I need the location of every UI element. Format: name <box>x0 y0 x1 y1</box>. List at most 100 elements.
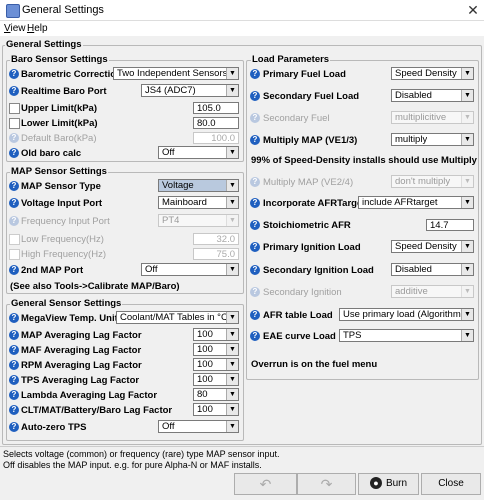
chevron-down-icon: ▼ <box>226 374 238 385</box>
maf-averaging-lag-select[interactable]: 100 ▼ <box>193 343 239 356</box>
menu-help[interactable]: Help <box>27 23 48 34</box>
secondary-fuel-load-select[interactable]: Disabled ▼ <box>391 89 474 102</box>
secondary-ignition-select: additive ▼ <box>391 285 474 298</box>
help-icon[interactable]: ? <box>9 375 19 385</box>
secondary-fuel-load-value: Disabled <box>395 90 432 101</box>
chevron-down-icon: ▼ <box>226 197 238 208</box>
help-icon[interactable]: ? <box>9 330 19 340</box>
barometric-correction-select[interactable]: Two Independent Sensors ▼ <box>113 67 239 80</box>
label-maf-averaging-lag: MAF Averaging Lag Factor <box>21 345 142 356</box>
close-window-button[interactable]: ✕ <box>464 1 482 19</box>
group-title-general-settings: General Settings <box>5 39 83 50</box>
chevron-down-icon: ▼ <box>226 312 238 323</box>
chevron-down-icon: ▼ <box>461 176 473 187</box>
label-secondary-ignition-load: Secondary Ignition Load <box>263 265 374 276</box>
voltage-input-port-select[interactable]: Mainboard ▼ <box>158 196 239 209</box>
chevron-down-icon: ▼ <box>226 215 238 226</box>
map-averaging-lag-select[interactable]: 100 ▼ <box>193 328 239 341</box>
label-realtime-baro-port: Realtime Baro Port <box>21 86 107 97</box>
label-lambda-averaging-lag: Lambda Averaging Lag Factor <box>21 390 158 401</box>
help-icon[interactable]: ? <box>9 345 19 355</box>
megaview-temp-units-value: Coolant/MAT Tables in °C <box>120 312 228 323</box>
help-icon[interactable]: ? <box>9 198 19 208</box>
help-icon[interactable]: ? <box>250 135 260 145</box>
tps-averaging-lag-select[interactable]: 100 ▼ <box>193 373 239 386</box>
help-icon[interactable]: ? <box>250 265 260 275</box>
help-icon[interactable]: ? <box>9 405 19 415</box>
upper-limit-input[interactable]: 105.0 <box>193 102 239 114</box>
help-icon[interactable]: ? <box>9 360 19 370</box>
help-icon: ? <box>250 287 260 297</box>
help-icon[interactable]: ? <box>9 148 19 158</box>
lambda-averaging-lag-select[interactable]: 80 ▼ <box>193 388 239 401</box>
label-secondary-fuel: Secondary Fuel <box>263 113 330 124</box>
chevron-down-icon: ▼ <box>461 68 473 79</box>
multiply-map-ve13-select[interactable]: multiply ▼ <box>391 133 474 146</box>
close-button[interactable]: Close <box>421 473 481 495</box>
auto-zero-tps-select[interactable]: Off ▼ <box>158 420 239 433</box>
help-icon[interactable]: ? <box>9 265 19 275</box>
lower-limit-input[interactable]: 80.0 <box>193 117 239 129</box>
lower-limit-checkbox[interactable] <box>9 118 20 129</box>
eae-curve-load-select[interactable]: TPS ▼ <box>339 329 474 342</box>
realtime-baro-port-value: JS4 (ADC7) <box>145 85 196 96</box>
upper-limit-checkbox[interactable] <box>9 103 20 114</box>
stoichiometric-afr-input[interactable]: 14.7 <box>426 219 474 231</box>
undo-button[interactable]: ↶ <box>234 473 297 495</box>
chevron-down-icon: ▼ <box>226 421 238 432</box>
help-icon[interactable]: ? <box>250 198 260 208</box>
help-icon[interactable]: ? <box>9 86 19 96</box>
help-icon[interactable]: ? <box>250 310 260 320</box>
frequency-input-port-select: PT4 ▼ <box>158 214 239 227</box>
burn-icon: ● <box>369 477 382 490</box>
speed-density-note: 99% of Speed-Density installs should use… <box>251 155 477 166</box>
rpm-averaging-lag-select[interactable]: 100 ▼ <box>193 358 239 371</box>
help-icon[interactable]: ? <box>9 313 19 323</box>
multiply-map-ve24-select: don't multiply ▼ <box>391 175 474 188</box>
label-lower-limit: Lower Limit(kPa) <box>21 118 98 129</box>
chevron-down-icon: ▼ <box>226 329 238 340</box>
afr-table-load-select[interactable]: Use primary load (Algorithm) ▼ <box>339 308 474 321</box>
label-old-baro-calc: Old baro calc <box>21 148 82 159</box>
menu-view[interactable]: View <box>4 23 26 34</box>
help-icon[interactable]: ? <box>250 69 260 79</box>
low-frequency-input: 32.0 <box>193 233 239 245</box>
help-icon[interactable]: ? <box>250 91 260 101</box>
redo-button[interactable]: ↷ <box>297 473 356 495</box>
realtime-baro-port-select[interactable]: JS4 (ADC7) ▼ <box>141 84 239 97</box>
map-sensor-type-select[interactable]: Voltage ▼ <box>158 179 239 192</box>
secondary-ignition-load-select[interactable]: Disabled ▼ <box>391 263 474 276</box>
primary-fuel-load-select[interactable]: Speed Density ▼ <box>391 67 474 80</box>
rpm-averaging-lag-value: 100 <box>197 359 213 370</box>
label-second-map-port: 2nd MAP Port <box>21 265 84 276</box>
chevron-down-icon: ▼ <box>461 197 473 208</box>
label-map-sensor-type: MAP Sensor Type <box>21 181 101 192</box>
old-baro-calc-select[interactable]: Off ▼ <box>158 146 239 159</box>
help-icon: ? <box>9 216 19 226</box>
clt-mat-lag-select[interactable]: 100 ▼ <box>193 403 239 416</box>
maf-averaging-lag-value: 100 <box>197 344 213 355</box>
help-icon[interactable]: ? <box>250 242 260 252</box>
help-icon[interactable]: ? <box>250 220 260 230</box>
label-afr-table-load: AFR table Load <box>263 310 333 321</box>
label-megaview-temp-units: MegaView Temp. Units <box>21 313 124 324</box>
chevron-down-icon: ▼ <box>226 344 238 355</box>
redo-icon: ↷ <box>320 476 333 492</box>
incorporate-afrtarget-select[interactable]: include AFRtarget ▼ <box>358 196 474 209</box>
burn-button[interactable]: ● Burn <box>358 473 419 495</box>
chevron-down-icon: ▼ <box>461 90 473 101</box>
second-map-port-select[interactable]: Off ▼ <box>141 263 239 276</box>
megaview-temp-units-select[interactable]: Coolant/MAT Tables in °C ▼ <box>116 311 239 324</box>
primary-ignition-load-select[interactable]: Speed Density ▼ <box>391 240 474 253</box>
afr-table-load-value: Use primary load (Algorithm) <box>343 309 464 320</box>
label-stoichiometric-afr: Stoichiometric AFR <box>263 220 351 231</box>
help-icon[interactable]: ? <box>9 69 19 79</box>
help-icon[interactable]: ? <box>9 390 19 400</box>
help-icon[interactable]: ? <box>9 422 19 432</box>
help-icon[interactable]: ? <box>250 331 260 341</box>
map-averaging-lag-value: 100 <box>197 329 213 340</box>
help-icon[interactable]: ? <box>9 181 19 191</box>
app-icon <box>6 4 20 18</box>
label-eae-curve-load: EAE curve Load <box>263 331 336 342</box>
label-incorporate-afrtarget: Incorporate AFRTarget <box>263 198 366 209</box>
